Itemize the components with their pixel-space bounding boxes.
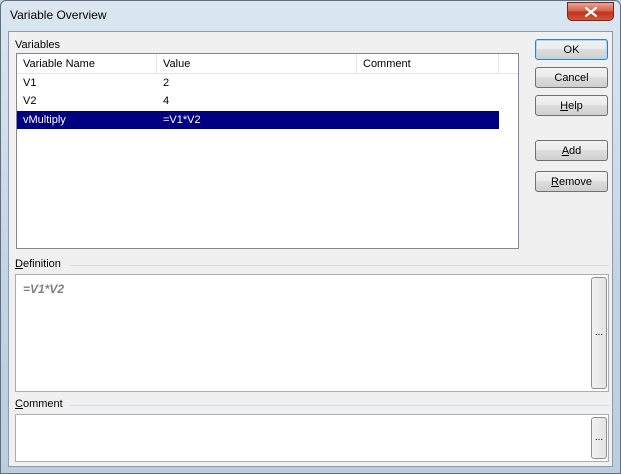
table-row[interactable]: V2 4 <box>17 92 499 110</box>
variable-name-cell: V1 <box>23 77 37 89</box>
table-row[interactable]: V1 2 <box>17 74 499 92</box>
close-icon <box>584 6 597 17</box>
variable-name-cell: vMultiply <box>23 114 66 126</box>
cancel-button[interactable]: Cancel <box>535 67 608 88</box>
variables-list-header: Variable Name Value Comment <box>17 54 499 74</box>
variable-value-cell: =V1*V2 <box>163 114 201 126</box>
variable-name-cell: V2 <box>23 95 37 107</box>
window-title: Variable Overview <box>10 8 107 22</box>
help-button[interactable]: Help <box>535 95 608 116</box>
variables-list[interactable]: Variable Name Value Comment V1 2 V2 4 vM… <box>16 53 519 249</box>
add-label-rest: dd <box>569 144 582 157</box>
definition-ellipsis-button[interactable]: ... <box>591 277 607 389</box>
ok-button[interactable]: OK <box>535 39 608 60</box>
title-bar[interactable]: Variable Overview <box>1 1 620 31</box>
definition-accelerator: D <box>15 258 23 270</box>
variable-overview-dialog: Variable Overview Variables Variable Nam… <box>0 0 621 474</box>
variables-group-label: Variables <box>15 39 61 51</box>
column-header-variable-name[interactable]: Variable Name <box>17 54 157 74</box>
definition-field[interactable]: =V1*V2 ... <box>15 274 609 392</box>
definition-value: =V1*V2 <box>23 282 65 296</box>
comment-separator <box>69 405 609 406</box>
definition-label: Definition <box>15 258 61 270</box>
variable-value-cell: 2 <box>163 77 170 89</box>
add-button[interactable]: Add <box>535 140 608 161</box>
remove-label-rest: emove <box>558 175 592 188</box>
help-label-rest: elp <box>568 99 583 112</box>
close-button[interactable] <box>567 2 614 21</box>
definition-label-rest: efinition <box>22 258 61 270</box>
add-accelerator: A <box>561 144 570 157</box>
remove-button[interactable]: Remove <box>535 171 608 192</box>
column-header-comment[interactable]: Comment <box>357 54 499 74</box>
list-header-filler <box>499 54 518 74</box>
comment-ellipsis-button[interactable]: ... <box>591 417 607 459</box>
definition-separator <box>69 265 609 266</box>
dialog-client-area: Variables Variable Name Value Comment V1… <box>8 31 613 467</box>
help-accelerator: H <box>560 99 569 112</box>
table-row-selected[interactable]: vMultiply =V1*V2 <box>17 111 499 129</box>
comment-accelerator: C <box>15 398 23 410</box>
remove-accelerator: R <box>551 175 559 188</box>
comment-field[interactable]: ... <box>15 414 609 462</box>
variable-value-cell: 4 <box>163 95 170 107</box>
column-header-value[interactable]: Value <box>157 54 357 74</box>
comment-label-rest: omment <box>22 398 63 410</box>
comment-label: Comment <box>15 398 63 410</box>
